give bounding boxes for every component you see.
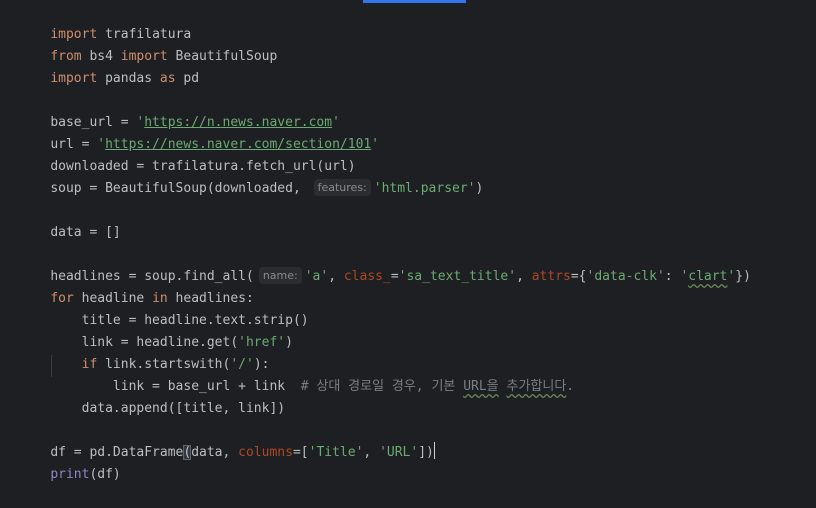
code-text: pandas <box>97 71 160 86</box>
code-line-7[interactable]: downloaded = trafilatura.fetch_url(url) <box>19 134 355 174</box>
code-text: soup = BeautifulSoup(downloaded, <box>50 181 309 196</box>
comment: . <box>566 379 575 394</box>
typo-warning[interactable]: clart <box>688 269 727 284</box>
parameter-hint: features: <box>313 179 371 196</box>
code-line-14[interactable]: title = headline.text.strip() <box>19 288 309 328</box>
keyword: import <box>50 71 98 86</box>
code-editor[interactable]: import trafilatura from bs4 import Beaut… <box>0 0 816 482</box>
tab-scroll-indicator <box>363 0 466 3</box>
code-text: =[ <box>292 445 309 460</box>
code-text: , <box>328 269 344 284</box>
builtin-function: print <box>50 467 90 482</box>
code-line-1[interactable]: import trafilatura <box>19 2 191 42</box>
code-text: data = [] <box>50 225 121 240</box>
string-literal: 'URL' <box>379 445 419 460</box>
code-text: : <box>664 269 681 284</box>
code-line-5[interactable]: base_url = 'https://n.news.naver.com' <box>19 90 340 130</box>
code-text: pd <box>175 71 200 86</box>
code-text: , <box>516 269 532 284</box>
code-line-10[interactable]: data = [] <box>19 200 120 240</box>
code-line-6[interactable]: url = 'https://news.naver.com/section/10… <box>19 112 379 152</box>
keyword-argument: columns <box>238 445 293 460</box>
code-text: ) <box>285 335 293 350</box>
code-line-15[interactable]: link = headline.get('href') <box>19 310 293 350</box>
string-literal: 'Title' <box>308 445 364 460</box>
keyword: as <box>159 71 176 86</box>
code-line-17[interactable]: link = base_url + link # 상대 경로일 경우, 기본 U… <box>19 354 574 394</box>
keyword-argument: class_ <box>343 269 391 284</box>
string-literal: 'sa_text_title' <box>398 269 517 284</box>
code-line-16[interactable]: if link.startswith('/'): <box>19 332 270 372</box>
comment-typo-warning[interactable]: 추가합니다 <box>506 379 566 394</box>
code-line-2[interactable]: from bs4 import BeautifulSoup <box>19 24 277 64</box>
code-text: data, <box>191 445 239 460</box>
text-cursor <box>433 442 435 459</box>
keyword-argument: attrs <box>531 269 571 284</box>
code-text: ={ <box>570 269 587 284</box>
parameter-hint: name: <box>258 267 302 284</box>
code-line-8[interactable]: soup = BeautifulSoup(downloaded, feature… <box>19 156 483 196</box>
code-line-3[interactable]: import pandas as pd <box>19 46 199 86</box>
code-line-20[interactable]: df = pd.DataFrame(data, columns=['Title'… <box>19 420 435 460</box>
comment-typo-warning[interactable]: URL을 <box>463 379 498 394</box>
code-text: ]) <box>418 445 434 460</box>
code-text: (df) <box>89 467 121 482</box>
string-literal: 'html.parser' <box>373 181 476 196</box>
code-text: , <box>363 445 380 460</box>
code-line-13[interactable]: for headline in headlines: <box>19 266 254 306</box>
code-text: = <box>390 269 399 284</box>
code-line-21[interactable]: print(df) <box>19 442 120 482</box>
comment: # 상대 경로일 경우, 기본 <box>300 379 464 394</box>
code-line-18[interactable]: data.append([title, link]) <box>19 376 286 416</box>
code-text: }) <box>735 269 751 284</box>
code-line-12[interactable]: headlines = soup.find_all(name:'a', clas… <box>19 244 751 284</box>
string-literal: 'a' <box>304 269 329 284</box>
string-quote: ' <box>371 137 380 152</box>
code-text: data.append([title, link]) <box>50 401 286 416</box>
string-literal: 'data-clk' <box>586 269 665 284</box>
code-text: ) <box>475 181 484 196</box>
